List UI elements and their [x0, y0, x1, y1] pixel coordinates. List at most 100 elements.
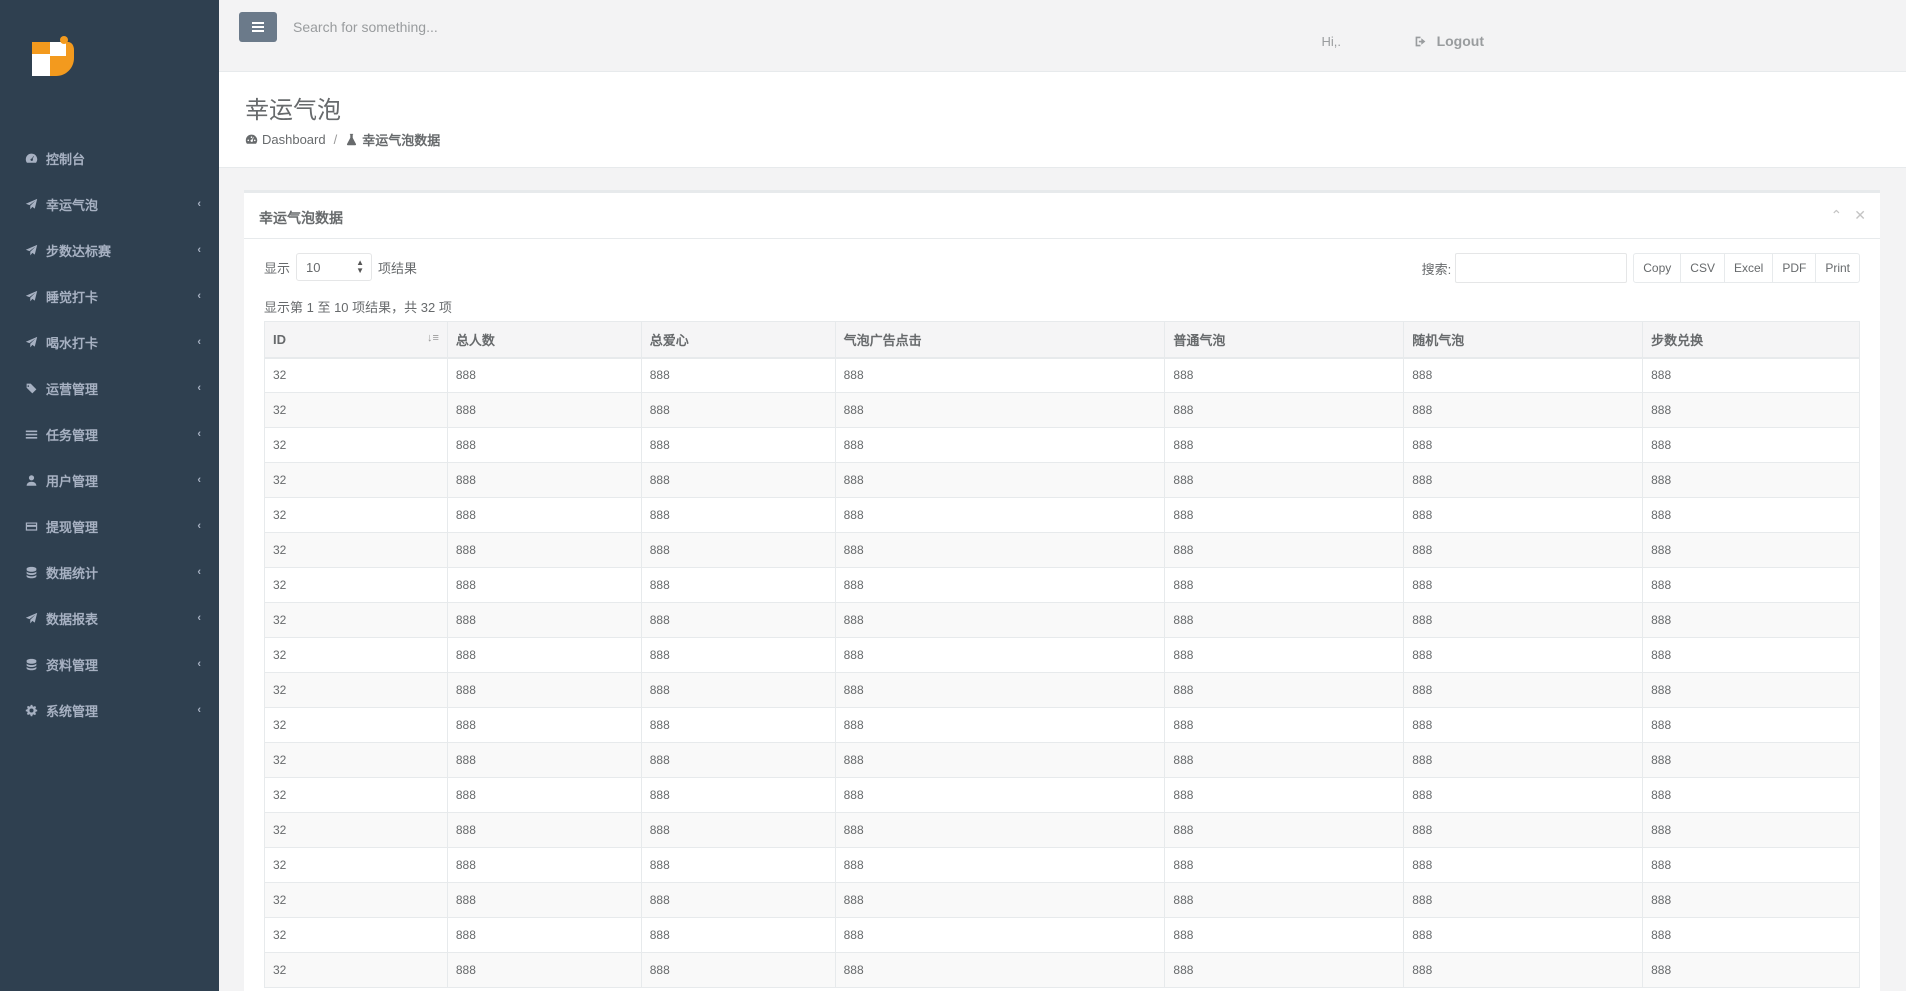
table-cell: 888 — [1642, 882, 1860, 918]
sign-out-icon — [1415, 36, 1425, 46]
length-suffix: 项结果 — [378, 260, 418, 276]
copy-button[interactable]: Copy — [1633, 253, 1682, 283]
sidebar-item-label: 提现管理 — [46, 519, 99, 535]
sidebar-item-4[interactable]: 喝水打卡 ‹ — [0, 319, 219, 365]
menu-toggle-button[interactable] — [239, 12, 277, 42]
table-row[interactable]: 32 888 888 888 888 888 888 — [264, 497, 1860, 533]
csv-button[interactable]: CSV — [1680, 253, 1725, 283]
excel-button[interactable]: Excel — [1723, 253, 1774, 283]
panel-title: 幸运气泡数据 — [259, 210, 343, 226]
table-cell: 888 — [640, 847, 836, 883]
sidebar-item-7[interactable]: 用户管理 ‹ — [0, 457, 219, 503]
logo[interactable] — [28, 32, 76, 80]
column-header[interactable]: 普通气泡 — [1164, 321, 1405, 359]
table-row[interactable]: 32 888 888 888 888 888 888 — [264, 812, 1860, 848]
table-row[interactable]: 32 888 888 888 888 888 888 — [264, 462, 1860, 498]
column-header[interactable]: 步数兑换 — [1642, 321, 1860, 359]
table-cell: 888 — [834, 952, 1166, 988]
user-icon — [24, 473, 38, 487]
chevron-left-icon: ‹ — [197, 382, 201, 394]
sidebar-item-2[interactable]: 步数达标赛 ‹ — [0, 227, 219, 273]
column-header[interactable]: 总人数 — [446, 321, 642, 359]
table-row[interactable]: 32 888 888 888 888 888 888 — [264, 847, 1860, 883]
paper-plane-icon — [24, 289, 38, 303]
paper-plane-icon — [24, 611, 38, 625]
table-row[interactable]: 32 888 888 888 888 888 888 — [264, 917, 1860, 953]
table-cell: 888 — [1642, 672, 1860, 708]
sidebar-item-1[interactable]: 幸运气泡 ‹ — [0, 181, 219, 227]
table-cell: 888 — [446, 707, 642, 743]
sidebar-item-5[interactable]: 运营管理 ‹ — [0, 365, 219, 411]
column-header[interactable]: 总爱心 — [640, 321, 836, 359]
sidebar-item-6[interactable]: 任务管理 ‹ — [0, 411, 219, 457]
table-row[interactable]: 32 888 888 888 888 888 888 — [264, 637, 1860, 673]
select-arrows-icon: ▲ ▼ — [356, 258, 365, 275]
sidebar-item-label: 幸运气泡 — [46, 197, 99, 213]
table-cell: 888 — [640, 637, 836, 673]
table-row[interactable]: 32 888 888 888 888 888 888 — [264, 392, 1860, 428]
sidebar-item-label: 用户管理 — [46, 473, 99, 489]
logout-button[interactable]: Logout — [1414, 33, 1484, 49]
sidebar-item-10[interactable]: 数据报表 ‹ — [0, 595, 219, 641]
table-row[interactable]: 32 888 888 888 888 888 888 — [264, 777, 1860, 813]
table-cell: 888 — [1164, 812, 1405, 848]
table-cell: 888 — [834, 462, 1166, 498]
table-cell: 888 — [1164, 672, 1405, 708]
table-cell: 888 — [1642, 392, 1860, 428]
sidebar-item-11[interactable]: 资料管理 ‹ — [0, 641, 219, 687]
table-body: 32 888 888 888 888 888 888 32 888 888 888 888 888 888… — [264, 357, 1860, 988]
sidebar-item-8[interactable]: 提现管理 ‹ — [0, 503, 219, 549]
table-cell: 888 — [1403, 672, 1644, 708]
table-row[interactable]: 32 888 888 888 888 888 888 — [264, 672, 1860, 708]
breadcrumb-home-link[interactable]: Dashboard — [262, 132, 326, 147]
table-cell: 888 — [834, 672, 1166, 708]
column-header[interactable]: 气泡广告点击 — [834, 321, 1166, 359]
table-filter: 搜索: Copy CSV Excel PDF Print — [1422, 253, 1860, 283]
top-search-input[interactable] — [293, 12, 793, 42]
sidebar-item-3[interactable]: 睡觉打卡 ‹ — [0, 273, 219, 319]
sidebar-item-0[interactable]: 控制台 — [0, 135, 219, 181]
pdf-button[interactable]: PDF — [1772, 253, 1817, 283]
table-row[interactable]: 32 888 888 888 888 888 888 — [264, 602, 1860, 638]
sidebar: 控制台 幸运气泡 ‹ 步数达标赛 ‹ 睡觉打卡 ‹ 喝水打卡 ‹ 运营管理 ‹ 任务管理 ‹ 用户管理 ‹ 提… — [0, 0, 219, 991]
sidebar-item-12[interactable]: 系统管理 ‹ — [0, 687, 219, 733]
table-cell: 888 — [1164, 707, 1405, 743]
table-cell: 32 — [264, 812, 448, 848]
print-button[interactable]: Print — [1815, 253, 1860, 283]
table-cell: 888 — [1164, 462, 1405, 498]
table-cell: 888 — [1403, 637, 1644, 673]
sidebar-item-label: 步数达标赛 — [46, 243, 112, 259]
table-row[interactable]: 32 888 888 888 888 888 888 — [264, 427, 1860, 463]
table-cell: 888 — [640, 777, 836, 813]
table-cell: 888 — [834, 812, 1166, 848]
column-header[interactable]: ID ↓≡ — [264, 321, 448, 359]
table-cell: 888 — [834, 427, 1166, 463]
table-cell: 888 — [446, 532, 642, 568]
table-cell: 888 — [640, 532, 836, 568]
column-header[interactable]: 随机气泡 — [1403, 321, 1644, 359]
table-row[interactable]: 32 888 888 888 888 888 888 — [264, 707, 1860, 743]
table-row[interactable]: 32 888 888 888 888 888 888 — [264, 742, 1860, 778]
table-cell: 888 — [640, 602, 836, 638]
table-row[interactable]: 32 888 888 888 888 888 888 — [264, 357, 1860, 393]
sidebar-item-9[interactable]: 数据统计 ‹ — [0, 549, 219, 595]
table-row[interactable]: 32 888 888 888 888 888 888 — [264, 882, 1860, 918]
table-row[interactable]: 32 888 888 888 888 888 888 — [264, 567, 1860, 603]
table-cell: 888 — [1164, 602, 1405, 638]
panel-tools: ⌃ ✕ — [1831, 207, 1866, 224]
table-cell: 888 — [1403, 882, 1644, 918]
sidebar-item-label: 数据统计 — [46, 565, 99, 581]
close-icon[interactable]: ✕ — [1854, 207, 1866, 224]
table-search-input[interactable] — [1455, 253, 1628, 283]
table-cell: 888 — [640, 742, 836, 778]
column-header-label: 随机气泡 — [1412, 332, 1465, 348]
flask-icon — [345, 133, 358, 146]
chevron-up-icon[interactable]: ⌃ — [1831, 207, 1843, 224]
table-cell: 888 — [446, 427, 642, 463]
chevron-left-icon: ‹ — [197, 336, 201, 348]
table-row[interactable]: 32 888 888 888 888 888 888 — [264, 952, 1860, 988]
table-cell: 888 — [640, 812, 836, 848]
table-row[interactable]: 32 888 888 888 888 888 888 — [264, 532, 1860, 568]
page-length-select[interactable]: 10 ▲ ▼ — [296, 253, 373, 281]
table-cell: 888 — [834, 882, 1166, 918]
